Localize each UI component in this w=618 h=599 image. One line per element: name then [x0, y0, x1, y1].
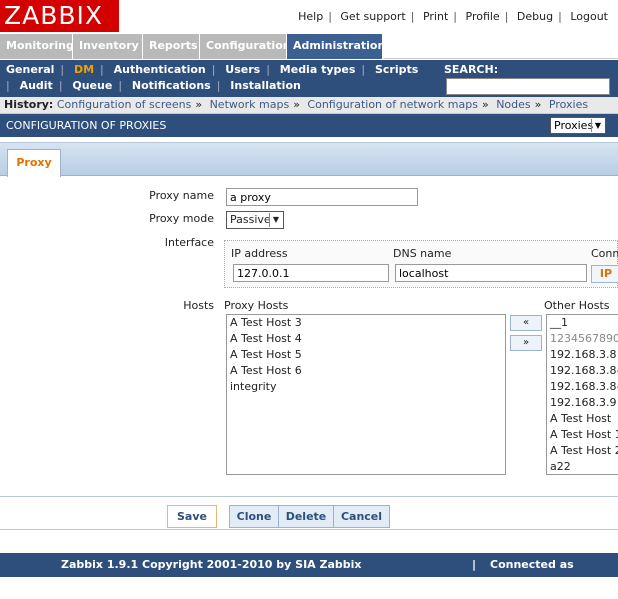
list-item[interactable]: __1 [547, 315, 618, 331]
proxy-mode-select[interactable]: Passive ▼ [226, 211, 284, 229]
hosts-label: Hosts [183, 299, 214, 312]
delete-button[interactable]: Delete [278, 505, 334, 528]
submenu-scripts[interactable]: Scripts [375, 63, 418, 76]
tab-strip: Proxy [0, 143, 618, 177]
interface-label: Interface [164, 236, 214, 249]
search-input[interactable] [446, 78, 610, 95]
top-links: Help | Get support | Print | Profile | Debug… [298, 10, 608, 23]
separator: | [504, 10, 509, 23]
proxy-name-field[interactable] [226, 188, 418, 206]
submenu-queue[interactable]: Queue [72, 79, 112, 92]
submenu-authentication[interactable]: Authentication [114, 63, 206, 76]
page-title: CONFIGURATION OF PROXIES [6, 119, 167, 132]
proxy-mode-label: Proxy mode [149, 212, 214, 225]
separator: | [328, 10, 332, 23]
history-item[interactable]: Network maps [210, 98, 290, 111]
history-label: History: [4, 98, 54, 111]
chevron-down-icon: ▼ [591, 119, 604, 132]
ip-address-label: IP address [231, 247, 288, 260]
history-item[interactable]: Proxies [549, 98, 588, 111]
submenu-users[interactable]: Users [225, 63, 260, 76]
list-item[interactable]: A Test Host [547, 411, 618, 427]
submenu-audit[interactable]: Audit [20, 79, 53, 92]
search-label: SEARCH: [444, 63, 499, 76]
menu-configuration[interactable]: Configuration [200, 34, 291, 59]
list-item[interactable]: A Test Host 1 [547, 427, 618, 443]
list-item[interactable]: 192.168.3.8 [547, 347, 618, 363]
header: ZABBIX Help | Get support | Print | Profile… [0, 0, 618, 33]
list-item[interactable]: 1234567890AB [547, 331, 618, 347]
sub-menu: General | DM | Authentication | Users | Medi… [0, 60, 618, 97]
connect-to-label: Conne [591, 247, 618, 260]
tab-proxy[interactable]: Proxy [7, 149, 61, 177]
list-item[interactable]: A Test Host 3 [227, 315, 505, 331]
connect-ip-button[interactable]: IP [591, 265, 618, 283]
submenu-general[interactable]: General [6, 63, 54, 76]
logout-link[interactable]: Logout [570, 10, 608, 23]
profile-link[interactable]: Profile [466, 10, 500, 23]
menu-reports[interactable]: Reports [143, 34, 200, 59]
other-hosts-list[interactable]: __1 1234567890AB 192.168.3.8 192.168.3.8… [546, 314, 618, 475]
sub-menu-row-1: General | DM | Authentication | Users | Medi… [6, 63, 419, 76]
proxy-hosts-list[interactable]: A Test Host 3 A Test Host 4 A Test Host … [226, 314, 506, 475]
connected-as-text: Connected as 'Admin' [490, 558, 574, 595]
history-item[interactable]: Nodes [496, 98, 530, 111]
get-support-link[interactable]: Get support [340, 10, 405, 23]
debug-link[interactable]: Debug [517, 10, 553, 23]
page-title-bar: CONFIGURATION OF PROXIES Proxies ▼ [0, 114, 618, 137]
list-item[interactable]: A Test Host 2 [547, 443, 618, 459]
zabbix-logo[interactable]: ZABBIX [0, 0, 119, 32]
save-button[interactable]: Save [167, 505, 217, 528]
list-item[interactable]: A Test Host 4 [227, 331, 505, 347]
submenu-installation[interactable]: Installation [230, 79, 301, 92]
copyright-text: Zabbix 1.9.1 Copyright 2001-2010 by SIA … [61, 558, 362, 571]
list-item[interactable]: A Test Host 5 [227, 347, 505, 363]
separator: | [410, 10, 415, 23]
proxy-mode-value: Passive [230, 213, 271, 226]
form-buttons: Save Clone Delete Cancel [0, 496, 618, 530]
print-link[interactable]: Print [423, 10, 448, 23]
list-item[interactable]: A Test Host 6 [227, 363, 505, 379]
add-host-button[interactable]: « [510, 315, 542, 331]
separator: | [453, 10, 457, 23]
menu-inventory[interactable]: Inventory [73, 34, 143, 59]
submenu-dm[interactable]: DM [74, 63, 94, 76]
clone-button[interactable]: Clone [229, 505, 279, 528]
dns-name-field[interactable] [395, 264, 587, 282]
list-item[interactable]: 192.168.3.8-3 [547, 379, 618, 395]
proxy-hosts-label: Proxy Hosts [224, 299, 289, 312]
menu-monitoring[interactable]: Monitoring [0, 34, 74, 59]
breadcrumb: History: Configuration of screens» Netwo… [0, 97, 618, 114]
list-item[interactable]: 192.168.3.9 [547, 395, 618, 411]
separator: | [558, 10, 562, 23]
interface-box: IP address DNS name Conne IP [224, 240, 618, 288]
submenu-media-types[interactable]: Media types [280, 63, 356, 76]
menu-administration[interactable]: Administration [287, 34, 385, 59]
remove-host-button[interactable]: » [510, 335, 542, 351]
footer: Zabbix 1.9.1 Copyright 2001-2010 by SIA … [0, 553, 618, 595]
history-item[interactable]: Configuration of screens [57, 98, 192, 111]
sub-menu-row-2: | Audit | Queue | Notifications | Installat… [6, 79, 301, 92]
list-item[interactable]: integrity [227, 379, 505, 395]
history-item[interactable]: Configuration of network maps [307, 98, 478, 111]
proxy-name-label: Proxy name [149, 189, 214, 202]
other-hosts-label: Other Hosts [544, 299, 610, 312]
config-type-value: Proxies [554, 119, 594, 132]
ip-address-field[interactable] [233, 264, 389, 282]
main-menu: Monitoring Inventory Reports Configurati… [0, 34, 618, 59]
config-type-select[interactable]: Proxies ▼ [550, 117, 606, 134]
list-item[interactable]: a22 [547, 459, 618, 474]
dns-name-label: DNS name [393, 247, 452, 260]
cancel-button[interactable]: Cancel [333, 505, 390, 528]
list-item[interactable]: 192.168.3.8-2 [547, 363, 618, 379]
proxy-form: Proxy Proxy name Proxy mode Passive ▼ In… [0, 142, 618, 490]
help-link[interactable]: Help [298, 10, 323, 23]
submenu-notifications[interactable]: Notifications [132, 79, 211, 92]
footer-separator: | [472, 558, 477, 571]
chevron-down-icon: ▼ [269, 213, 282, 227]
